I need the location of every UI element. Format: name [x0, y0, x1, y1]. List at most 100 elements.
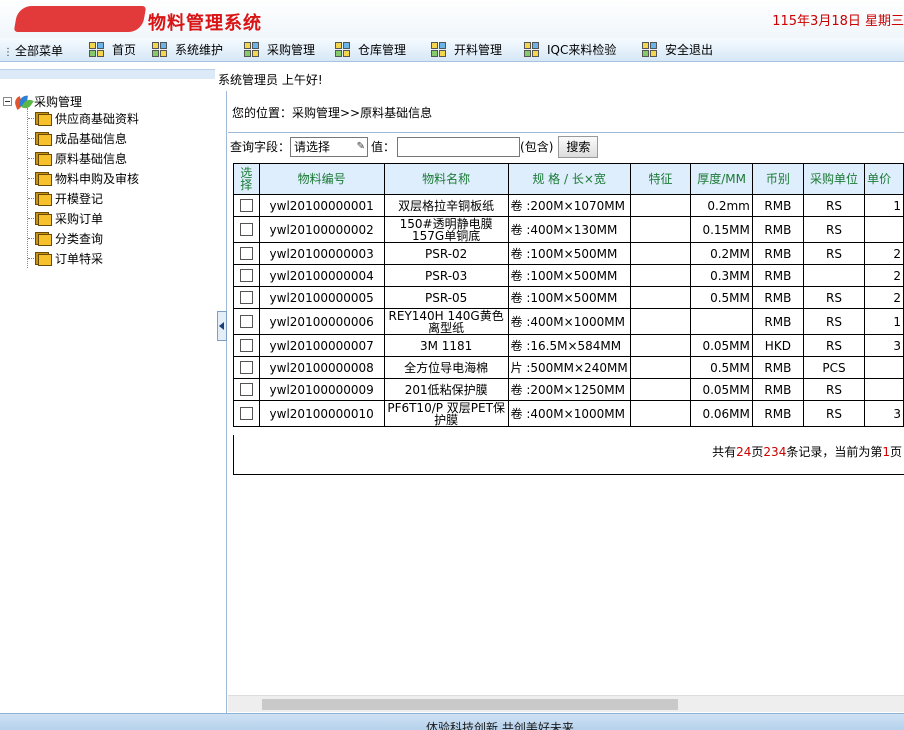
material-code: ywl20100000002: [258, 216, 385, 243]
row-checkbox[interactable]: [239, 269, 253, 282]
current-page: 1: [882, 445, 890, 459]
sidebar-item-label: 分类查询: [55, 232, 104, 246]
folder-icon: [35, 231, 52, 246]
field-select[interactable]: 请选择 ✎: [290, 136, 369, 157]
row-checkbox[interactable]: [239, 199, 253, 212]
material-unit: RS: [802, 334, 866, 357]
material-unit: RS: [802, 378, 866, 401]
menu-item-home[interactable]: 首页: [89, 41, 136, 58]
menu-item-iqc[interactable]: IQC来料检验: [524, 41, 616, 58]
footer: 体验科技创新 共创美好未来: [0, 713, 904, 730]
column-header-spec: 规 格 / 长×宽: [507, 163, 631, 195]
folder-icon: [35, 171, 52, 186]
material-unit: RS: [802, 286, 866, 309]
menu-item-purchase[interactable]: 采购管理: [244, 41, 315, 58]
sidebar-item-label: 物料申购及审核: [55, 172, 140, 186]
table-header-row: 选择 物料编号 物料名称 规 格 / 长×宽 特征 厚度/MM 币别 采购单位 …: [233, 163, 904, 195]
sidebar-item-purchase-order[interactable]: 采购订单: [28, 210, 103, 227]
value-input[interactable]: [397, 136, 521, 157]
sidebar-item-label: 供应商基础资料: [55, 112, 140, 126]
material-code: ywl20100000010: [258, 400, 385, 427]
menu-item-warehouse[interactable]: 仓库管理: [335, 41, 406, 58]
material-unit: PCS: [802, 356, 866, 379]
sidebar-item-material[interactable]: 原料基础信息: [28, 150, 127, 167]
sidebar-toggle-button[interactable]: [217, 311, 227, 341]
material-unit: RS: [802, 242, 866, 265]
sidebar-item-label: 原料基础信息: [55, 152, 128, 166]
row-checkbox[interactable]: [239, 407, 253, 420]
material-price: [864, 216, 904, 243]
material-feature: [629, 308, 692, 335]
tree-root-purchase[interactable]: 采购管理: [3, 93, 82, 111]
collapse-icon[interactable]: [3, 97, 12, 106]
column-header-thickness: 厚度/MM: [690, 163, 753, 195]
material-thickness: 0.05MM: [690, 334, 753, 357]
material-currency: RMB: [751, 216, 804, 243]
row-checkbox[interactable]: [239, 361, 253, 374]
sidebar-item-product[interactable]: 成品基础信息: [28, 130, 127, 147]
table-row[interactable]: ywl20100000004 PSR-03 卷 :100M×500MM 0.3M…: [233, 264, 904, 287]
material-price: 2: [864, 264, 904, 287]
breadcrumb: 您的位置：采购管理>>原料基础信息: [232, 106, 433, 120]
material-currency: RMB: [751, 264, 804, 287]
material-thickness: 0.06MM: [690, 400, 753, 427]
row-checkbox[interactable]: [239, 291, 253, 304]
sidebar: 采购管理 供应商基础资料 成品基础信息 原料基础信息 物料申购及审核 开模登记 …: [0, 91, 227, 713]
horizontal-scrollbar[interactable]: [228, 695, 904, 712]
module-icon: [152, 41, 168, 58]
table-row[interactable]: ywl20100000007 3M 1181 卷 :16.5M×584MM 0.…: [233, 334, 904, 357]
folder-icon: [35, 151, 52, 166]
material-unit: RS: [802, 308, 866, 335]
welcome-strip: 系统管理员 上午好!: [0, 63, 904, 91]
column-header-select: 选择: [233, 163, 260, 195]
table-row[interactable]: ywl20100000005 PSR-05 卷 :100M×500MM 0.5M…: [233, 286, 904, 309]
material-thickness: [690, 308, 753, 335]
material-code: ywl20100000009: [258, 378, 385, 401]
row-checkbox[interactable]: [239, 339, 253, 352]
module-icon: [244, 41, 260, 58]
material-currency: RMB: [751, 400, 804, 427]
table-row[interactable]: ywl20100000008 全方位导电海棉 片 :500MM×240MM 0.…: [233, 356, 904, 379]
material-code: ywl20100000004: [258, 264, 385, 287]
sidebar-item-mold[interactable]: 开模登记: [28, 190, 103, 207]
module-icon: [89, 41, 105, 58]
sidebar-item-special-order[interactable]: 订单特采: [28, 250, 103, 267]
sidebar-header-bar: [0, 69, 215, 79]
material-feature: [629, 356, 692, 379]
table-row[interactable]: ywl20100000003 PSR-02 卷 :100M×500MM 0.2M…: [233, 242, 904, 265]
all-menu-button[interactable]: ⋮ 全部菜单: [3, 42, 63, 59]
search-button[interactable]: 搜索: [558, 135, 599, 158]
total-records: 234: [763, 445, 787, 459]
logo: [13, 6, 147, 32]
table-row[interactable]: ywl20100000006 REY140H 140G黄色离型纸 卷 :400M…: [233, 308, 904, 335]
table-row[interactable]: ywl20100000009 201低粘保护膜 卷 :200M×1250MM 0…: [233, 378, 904, 401]
sidebar-item-label: 采购订单: [55, 212, 104, 226]
material-name: 双层格拉辛铜板纸: [383, 194, 509, 217]
table-row[interactable]: ywl20100000002 150#透明静电膜157G单铜底 卷 :400M×…: [233, 216, 904, 243]
row-checkbox[interactable]: [239, 383, 253, 396]
material-thickness: 0.5MM: [690, 356, 753, 379]
menu-item-system-maintenance[interactable]: 系统维护: [152, 41, 223, 58]
material-price: 3: [864, 400, 904, 427]
material-unit: RS: [802, 400, 866, 427]
material-currency: RMB: [751, 308, 804, 335]
query-field-label: 查询字段：: [230, 140, 291, 154]
row-checkbox[interactable]: [239, 247, 253, 260]
table-row[interactable]: ywl20100000001 双层格拉辛铜板纸 卷 :200M×1070MM 0…: [233, 194, 904, 217]
sidebar-item-category-query[interactable]: 分类查询: [28, 230, 103, 247]
material-spec: 卷 :100M×500MM: [507, 286, 631, 309]
menu-item-label: 安全退出: [665, 43, 714, 57]
material-price: 1: [864, 194, 904, 217]
menu-item-label: 首页: [112, 43, 137, 57]
sidebar-item-requisition[interactable]: 物料申购及审核: [28, 170, 139, 187]
material-spec: 卷 :400M×130MM: [507, 216, 631, 243]
menu-item-cutting[interactable]: 开料管理: [431, 41, 502, 58]
scrollbar-thumb[interactable]: [262, 699, 678, 710]
material-currency: RMB: [751, 194, 804, 217]
menu-item-label: 系统维护: [175, 43, 224, 57]
menu-item-logout[interactable]: 安全退出: [642, 41, 713, 58]
sidebar-item-supplier[interactable]: 供应商基础资料: [28, 110, 139, 127]
table-row[interactable]: ywl20100000010 PF6T10/P 双层PET保护膜 卷 :400M…: [233, 400, 904, 427]
row-checkbox[interactable]: [239, 223, 253, 236]
row-checkbox[interactable]: [239, 315, 253, 328]
